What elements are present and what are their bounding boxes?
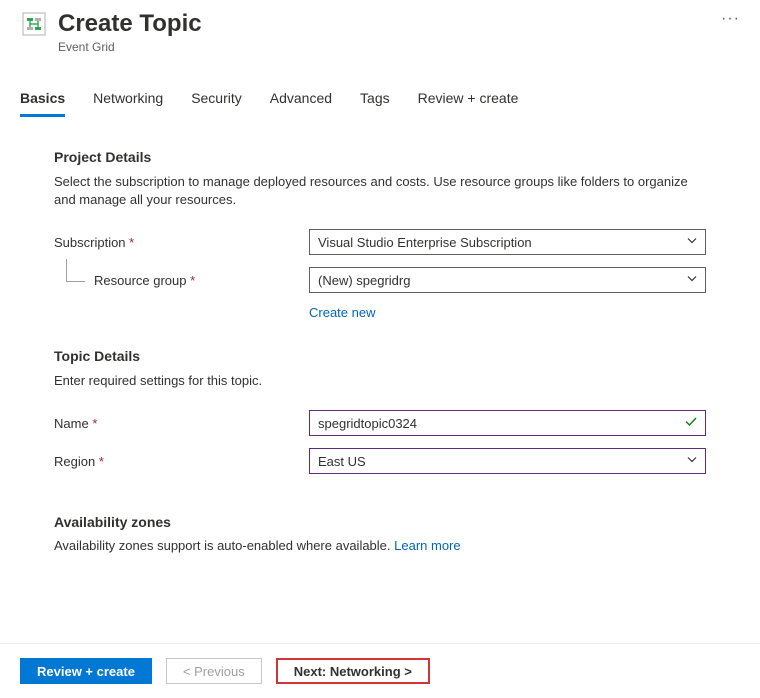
next-networking-button[interactable]: Next: Networking > — [276, 658, 430, 684]
availability-zones-heading: Availability zones — [54, 514, 706, 530]
tab-bar: Basics Networking Security Advanced Tags… — [0, 90, 760, 117]
availability-zones-text: Availability zones support is auto-enabl… — [54, 538, 706, 553]
topic-details-description: Enter required settings for this topic. — [54, 372, 706, 390]
region-row: Region * East US — [54, 448, 706, 474]
learn-more-link[interactable]: Learn more — [394, 538, 460, 553]
resource-group-label: Resource group * — [54, 273, 309, 288]
tab-security[interactable]: Security — [191, 90, 242, 117]
topic-icon — [20, 10, 48, 38]
resource-group-row: Resource group * (New) spegridrg — [54, 267, 706, 293]
project-details-description: Select the subscription to manage deploy… — [54, 173, 706, 209]
tab-basics[interactable]: Basics — [20, 90, 65, 117]
topic-details-heading: Topic Details — [54, 348, 706, 364]
subscription-value: Visual Studio Enterprise Subscription — [318, 235, 532, 250]
review-create-button[interactable]: Review + create — [20, 658, 152, 684]
previous-button[interactable]: < Previous — [166, 658, 262, 684]
subscription-label-text: Subscription — [54, 235, 126, 250]
resource-group-select[interactable]: (New) spegridrg — [309, 267, 706, 293]
name-row: Name * — [54, 410, 706, 436]
required-marker: * — [99, 454, 104, 469]
name-label: Name * — [54, 416, 309, 431]
form-content: Project Details Select the subscription … — [0, 117, 760, 553]
tab-advanced[interactable]: Advanced — [270, 90, 332, 117]
availability-text-span: Availability zones support is auto-enabl… — [54, 538, 394, 553]
name-input[interactable] — [309, 410, 706, 436]
subscription-select[interactable]: Visual Studio Enterprise Subscription — [309, 229, 706, 255]
create-new-link[interactable]: Create new — [309, 305, 375, 320]
tab-tags[interactable]: Tags — [360, 90, 390, 117]
required-marker: * — [190, 273, 195, 288]
subscription-row: Subscription * Visual Studio Enterprise … — [54, 229, 706, 255]
page-title: Create Topic — [58, 10, 707, 38]
region-select[interactable]: East US — [309, 448, 706, 474]
region-label: Region * — [54, 454, 309, 469]
page-subtitle: Event Grid — [58, 40, 707, 54]
project-details-heading: Project Details — [54, 149, 706, 165]
resource-group-label-text: Resource group — [94, 273, 187, 288]
resource-group-value: (New) spegridrg — [318, 273, 410, 288]
tab-networking[interactable]: Networking — [93, 90, 163, 117]
page-header: Create Topic Event Grid ··· — [0, 0, 760, 54]
more-actions-button[interactable]: ··· — [721, 10, 740, 28]
subscription-label: Subscription * — [54, 235, 309, 250]
required-marker: * — [92, 416, 97, 431]
name-label-text: Name — [54, 416, 89, 431]
tab-review-create[interactable]: Review + create — [418, 90, 519, 117]
wizard-footer: Review + create < Previous Next: Network… — [0, 643, 760, 698]
required-marker: * — [129, 235, 134, 250]
region-value: East US — [318, 454, 366, 469]
region-label-text: Region — [54, 454, 95, 469]
